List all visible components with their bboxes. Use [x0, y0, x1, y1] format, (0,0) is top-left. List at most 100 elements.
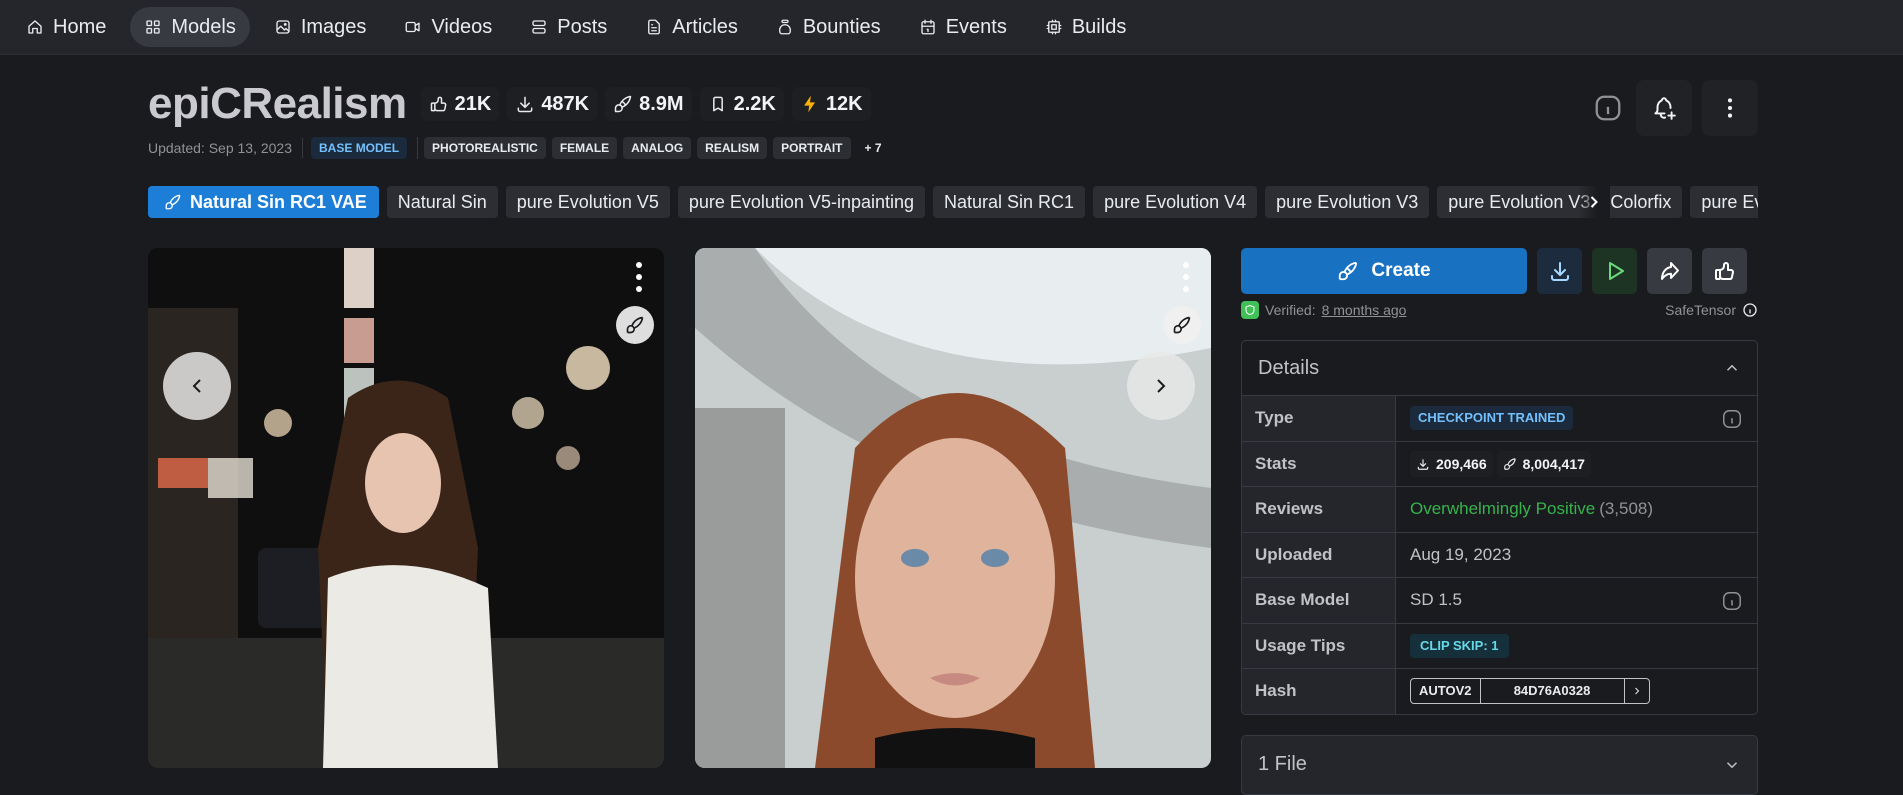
remix-button[interactable] — [1163, 306, 1201, 344]
brush-icon — [1503, 457, 1516, 470]
row-label: Reviews — [1242, 487, 1396, 532]
version-tab[interactable]: pure Evolution V5 — [505, 186, 670, 218]
buzz-count: 12K — [825, 92, 863, 115]
files-title: 1 File — [1258, 753, 1307, 775]
details-row-base-model: Base Model SD 1.5 — [1242, 577, 1757, 623]
details-row-hash: Hash AUTOV2 84D76A0328 — [1242, 668, 1757, 714]
details-header[interactable]: Details — [1242, 341, 1757, 395]
download-icon — [1417, 459, 1429, 470]
tag-female[interactable]: FEMALE — [551, 137, 618, 159]
nav-models[interactable]: Models — [130, 7, 250, 47]
version-tab[interactable]: pure Evolution — [1690, 186, 1758, 218]
bookmarks-stat: 2.2K — [699, 87, 784, 121]
base-model-info-button[interactable] — [1721, 590, 1743, 612]
hash-selector[interactable]: AUTOV2 84D76A0328 — [1410, 678, 1650, 705]
nav-articles-label: Articles — [672, 15, 738, 38]
chevron-down-icon — [1726, 761, 1738, 768]
downloads-stat: 487K — [507, 87, 598, 121]
nav-articles[interactable]: Articles — [631, 7, 752, 47]
details-row-stats: Stats 209,466 8,004,417 — [1242, 440, 1757, 486]
verified-time-link[interactable]: 8 months ago — [1322, 302, 1407, 318]
info-square-icon — [1595, 95, 1621, 121]
video-icon — [406, 21, 421, 33]
share-button[interactable] — [1647, 248, 1692, 294]
row-label: Usage Tips — [1242, 623, 1396, 668]
run-button[interactable] — [1592, 248, 1637, 294]
version-tab[interactable]: Natural Sin RC1 — [933, 186, 1086, 218]
row-label: Base Model — [1242, 578, 1396, 623]
info-square-icon — [1723, 410, 1741, 428]
reviews-rating-link[interactable]: Overwhelmingly Positive — [1410, 499, 1595, 519]
share-icon — [1660, 262, 1679, 280]
version-label: Natural Sin RC1 VAE — [190, 191, 367, 212]
info-circle-icon[interactable] — [1742, 302, 1758, 318]
files-accordion-header[interactable]: 1 File — [1241, 734, 1758, 795]
bookmarks-count: 2.2K — [733, 92, 776, 115]
play-icon — [1608, 262, 1624, 280]
tag-photorealistic[interactable]: PHOTOREALISTIC — [424, 137, 546, 159]
base-model-value: SD 1.5 — [1410, 590, 1462, 610]
version-tab[interactable]: Natural Sin — [386, 186, 498, 218]
hash-value[interactable]: 84D76A0328 — [1481, 679, 1625, 704]
updated-date: Updated: Sep 13, 2023 — [148, 138, 304, 158]
moneybag-icon — [778, 19, 791, 35]
remix-button[interactable] — [616, 306, 654, 344]
nav-builds[interactable]: Builds — [1031, 7, 1140, 47]
version-tab[interactable]: pure Evolution V5-inpainting — [677, 186, 926, 218]
tag-realism[interactable]: REALISM — [697, 137, 768, 159]
stats-generations-value: 8,004,417 — [1522, 455, 1585, 472]
info-button[interactable] — [1590, 90, 1626, 126]
nav-models-label: Models — [171, 15, 236, 38]
card-menu-button[interactable] — [1181, 262, 1191, 292]
more-tags-button[interactable]: + 7 — [857, 137, 890, 159]
details-title: Details — [1258, 356, 1320, 379]
type-badge: CHECKPOINT TRAINED — [1410, 406, 1574, 431]
type-info-button[interactable] — [1721, 408, 1743, 430]
create-button[interactable]: Create — [1241, 248, 1527, 294]
version-tab[interactable]: pure Evolution V4 — [1093, 186, 1258, 218]
tag-analog[interactable]: ANALOG — [623, 137, 692, 159]
hash-type: AUTOV2 — [1411, 679, 1481, 704]
card-menu-button[interactable] — [634, 262, 644, 292]
grid-icon — [146, 20, 161, 34]
nav-bounties[interactable]: Bounties — [762, 7, 895, 47]
more-options-button[interactable] — [1702, 80, 1758, 136]
tag-portrait[interactable]: PORTRAIT — [773, 137, 851, 159]
nav-builds-label: Builds — [1071, 15, 1127, 38]
version-tab[interactable]: pure Evolution V3.5 Colorfix — [1437, 186, 1683, 218]
model-title: epiCRealism — [148, 79, 407, 128]
chevron-up-icon — [1726, 364, 1738, 371]
hash-next-button[interactable] — [1625, 679, 1649, 703]
version-tab[interactable]: pure Evolution V3 — [1265, 186, 1430, 218]
calendar-icon — [921, 19, 935, 35]
bookmark-icon — [712, 96, 723, 112]
nav-posts[interactable]: Posts — [516, 7, 621, 47]
details-row-type: Type CHECKPOINT TRAINED — [1242, 395, 1757, 441]
nav-videos[interactable]: Videos — [390, 7, 506, 47]
details-row-usage-tips: Usage Tips CLIP SKIP: 1 — [1242, 622, 1757, 668]
carousel-prev-button[interactable] — [163, 352, 231, 420]
brush-icon — [614, 95, 632, 113]
like-button[interactable] — [1702, 248, 1747, 294]
nav-events-label: Events — [945, 15, 1007, 38]
nav-images[interactable]: Images — [260, 7, 381, 47]
versions-scroll-right[interactable] — [1578, 186, 1610, 218]
notify-button[interactable] — [1636, 80, 1692, 136]
gallery-image-card[interactable] — [695, 248, 1211, 768]
likes-stat: 21K — [420, 87, 500, 121]
row-label: Uploaded — [1242, 532, 1396, 577]
nav-events[interactable]: Events — [905, 7, 1021, 47]
dots-vertical-icon — [1727, 98, 1733, 118]
download-button[interactable] — [1537, 248, 1582, 294]
brush-icon — [1173, 316, 1191, 334]
carousel-next-button[interactable] — [1127, 352, 1195, 420]
safetensor-label: SafeTensor — [1665, 302, 1736, 318]
version-tab[interactable]: Natural Sin RC1 VAE — [148, 186, 379, 218]
base-model-tag[interactable]: BASE MODEL — [311, 137, 408, 159]
nav-home-label: Home — [53, 15, 107, 38]
clip-skip-badge: CLIP SKIP: 1 — [1410, 633, 1509, 658]
gallery-image-card[interactable] — [148, 248, 664, 768]
stats-generations: 8,004,417 — [1496, 450, 1591, 477]
nav-home[interactable]: Home — [12, 7, 120, 47]
create-label: Create — [1371, 260, 1431, 281]
